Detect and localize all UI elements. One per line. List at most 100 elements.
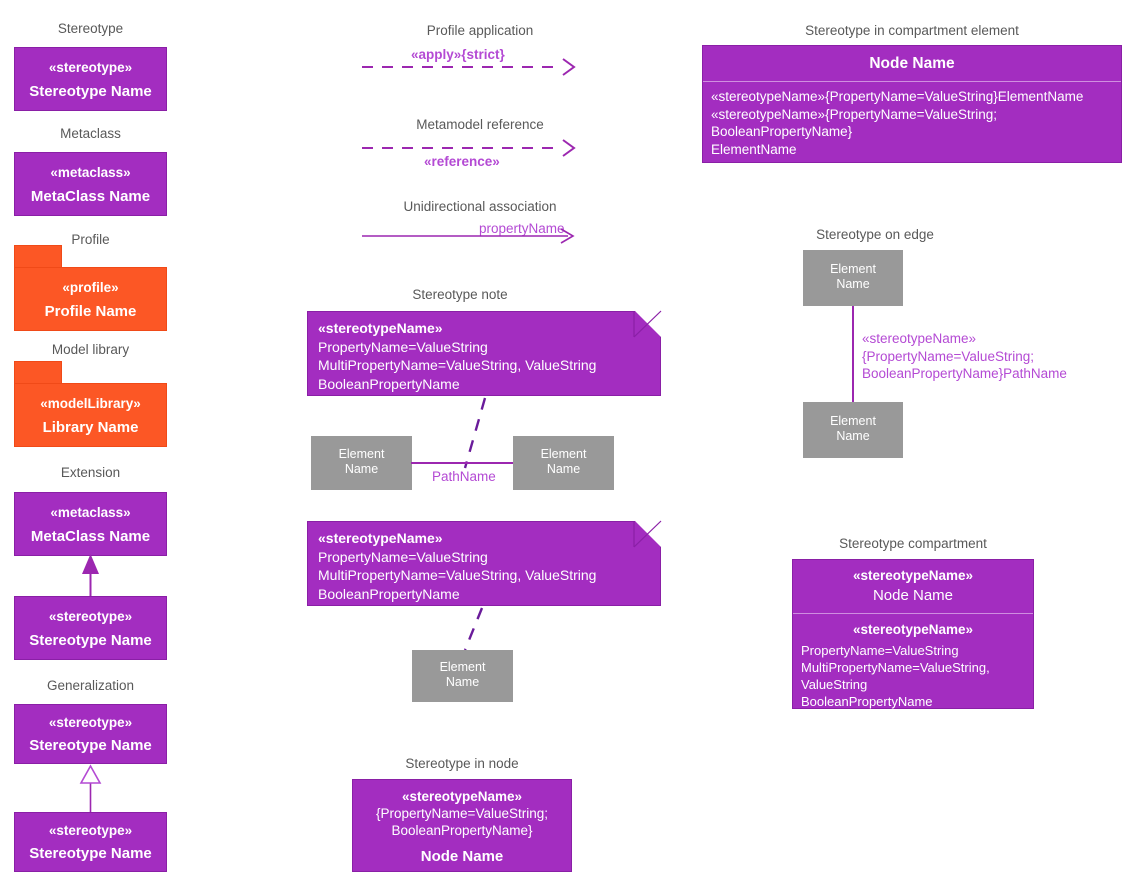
note1-anchor-line (463, 397, 487, 469)
compartment-element-header: Node Name (703, 46, 1121, 82)
caption-stereotype: Stereotype (57, 21, 124, 36)
stereotype-compartment-header-keyword: «stereotypeName» (852, 568, 974, 583)
node-extension-stereotype-keyword: «stereotype» (48, 609, 133, 624)
element-single-line-1: Element (439, 660, 486, 674)
node-model-library-keyword: «modelLibrary» (40, 396, 141, 411)
node-generalization-super-keyword: «stereotype» (48, 715, 133, 730)
node-metaclass-keyword: «metaclass» (50, 165, 131, 180)
caption-generalization: Generalization (46, 678, 135, 693)
node-generalization-super[interactable]: «stereotype» Stereotype Name (14, 704, 167, 764)
stereotype-compartment-header-name: Node Name (872, 587, 954, 604)
node-extension-metaclass-keyword: «metaclass» (50, 505, 131, 520)
caption-model-library: Model library (51, 342, 130, 357)
element-left-line-2: Name (344, 462, 379, 476)
node-model-library[interactable]: «modelLibrary» Library Name (14, 383, 167, 447)
note2-line-2: MultiPropertyName=ValueString, ValueStri… (318, 567, 597, 583)
node-generalization-sub-keyword: «stereotype» (48, 823, 133, 838)
stereotype-on-edge-line-2: BooleanPropertyName}PathName (862, 366, 1067, 381)
note2-line-1: PropertyName=ValueString (318, 548, 488, 565)
node-element-right[interactable]: Element Name (513, 436, 614, 490)
compartment-element-line-2: BooleanPropertyName} (711, 124, 853, 139)
edge-element-top-line-2: Name (836, 277, 870, 291)
node-element-single[interactable]: Element Name (412, 650, 513, 702)
caption-stereotype-compartment: Stereotype compartment (839, 536, 987, 551)
stereotype-note-1-fold-edge (633, 310, 662, 338)
compartment-element[interactable]: Node Name «stereotypeName»{PropertyName=… (702, 45, 1122, 163)
stereotype-compartment[interactable]: «stereotypeName» Node Name «stereotypeNa… (792, 559, 1034, 709)
caption-stereotype-in-node: Stereotype in node (405, 756, 519, 771)
edge-element-top-line-1: Element (830, 262, 876, 276)
stereotype-compartment-body: «stereotypeName» PropertyName=ValueStrin… (793, 614, 1033, 719)
stereotype-in-node-line-2: BooleanPropertyName} (391, 823, 533, 838)
caption-metamodel-reference: Metamodel reference (416, 117, 544, 132)
stereotype-on-edge-line-0: «stereotypeName» (862, 331, 977, 346)
compartment-element-line-1: «stereotypeName»{PropertyName=ValueStrin… (711, 106, 998, 122)
path-name-label: PathName (432, 469, 496, 484)
edge-element-bottom-line-2: Name (836, 429, 870, 443)
caption-stereotype-on-edge: Stereotype on edge (816, 227, 934, 242)
node-generalization-sub[interactable]: «stereotype» Stereotype Name (14, 812, 167, 872)
node-profile-keyword: «profile» (62, 280, 119, 295)
element-right-line-2: Name (546, 462, 581, 476)
uml-profile-diagram-canvas: Stereotype «stereotype» Stereotype Name … (0, 0, 1141, 887)
node-generalization-sub-name: Stereotype Name (29, 845, 152, 862)
edge-element-bottom-line-1: Element (830, 414, 876, 428)
caption-stereotype-in-compartment-element: Stereotype in compartment element (805, 23, 1019, 38)
metamodel-reference-label: «reference» (424, 154, 500, 169)
node-element-left[interactable]: Element Name (311, 436, 412, 490)
node-model-library-name: Library Name (42, 419, 139, 436)
caption-metaclass: Metaclass (60, 126, 121, 141)
compartment-element-line-3: ElementName (711, 141, 797, 157)
caption-profile-application: Profile application (426, 23, 534, 38)
note1-line-0: «stereotypeName» (318, 320, 443, 336)
node-generalization-super-name: Stereotype Name (29, 737, 152, 754)
model-library-package-tab (14, 361, 62, 383)
stereotype-note-2-fold-edge (633, 520, 662, 548)
unidirectional-association-connector (362, 228, 575, 244)
node-stereotype-name: Stereotype Name (29, 83, 152, 100)
stereotype-note-2[interactable]: «stereotypeName» PropertyName=ValueStrin… (307, 521, 661, 606)
stereotype-compartment-body-line-3: BooleanPropertyName (801, 694, 933, 709)
note1-line-1: PropertyName=ValueString (318, 338, 488, 355)
element-left-line-1: Element (338, 447, 385, 461)
node-stereotype[interactable]: «stereotype» Stereotype Name (14, 47, 167, 111)
stereotype-compartment-body-line-2: ValueString (801, 677, 868, 692)
node-profile[interactable]: «profile» Profile Name (14, 267, 167, 331)
node-edge-element-top[interactable]: Element Name (803, 250, 903, 306)
profile-package-tab (14, 245, 62, 267)
stereotype-on-edge-label: «stereotypeName» {PropertyName=ValueStri… (862, 330, 1067, 383)
caption-unidirectional-association: Unidirectional association (403, 199, 557, 214)
node-extension-stereotype[interactable]: «stereotype» Stereotype Name (14, 596, 167, 660)
stereotype-in-node-line-1: {PropertyName=ValueString; (376, 806, 548, 821)
profile-application-connector (362, 58, 576, 76)
node-stereotype-in-node[interactable]: «stereotypeName» {PropertyName=ValueStri… (352, 779, 572, 872)
compartment-element-body: «stereotypeName»{PropertyName=ValueStrin… (703, 82, 1121, 166)
element-single-line-2: Name (445, 675, 480, 689)
note2-line-3: BooleanPropertyName (318, 585, 460, 602)
note1-line-3: BooleanPropertyName (318, 375, 460, 392)
node-edge-element-bottom[interactable]: Element Name (803, 402, 903, 458)
node-metaclass-name: MetaClass Name (30, 188, 151, 205)
node-extension-stereotype-name: Stereotype Name (29, 632, 152, 649)
node-stereotype-keyword: «stereotype» (48, 60, 133, 75)
stereotype-compartment-body-keyword: «stereotypeName» (852, 622, 974, 637)
caption-extension: Extension (60, 465, 121, 480)
note2-line-0: «stereotypeName» (318, 530, 443, 546)
caption-stereotype-note: Stereotype note (412, 287, 508, 302)
node-profile-name: Profile Name (44, 303, 137, 320)
stereotype-note-1[interactable]: «stereotypeName» PropertyName=ValueStrin… (307, 311, 661, 396)
generalization-connector (79, 764, 102, 813)
note2-anchor-line (463, 607, 484, 651)
element-right-line-1: Element (540, 447, 587, 461)
stereotype-compartment-body-line-0: PropertyName=ValueString (801, 643, 959, 658)
node-extension-metaclass[interactable]: «metaclass» MetaClass Name (14, 492, 167, 556)
stereotype-compartment-body-line-1: MultiPropertyName=ValueString, (801, 660, 990, 675)
stereotype-compartment-header: «stereotypeName» Node Name (793, 560, 1033, 614)
stereotype-on-edge-line-1: {PropertyName=ValueString; (862, 348, 1034, 364)
compartment-element-line-0: «stereotypeName»{PropertyName=ValueStrin… (711, 89, 1084, 104)
stereotype-in-node-name: Node Name (420, 848, 504, 865)
path-connector-line (411, 462, 515, 464)
node-extension-metaclass-name: MetaClass Name (30, 528, 151, 545)
node-metaclass[interactable]: «metaclass» MetaClass Name (14, 152, 167, 216)
note1-line-2: MultiPropertyName=ValueString, ValueStri… (318, 357, 597, 373)
